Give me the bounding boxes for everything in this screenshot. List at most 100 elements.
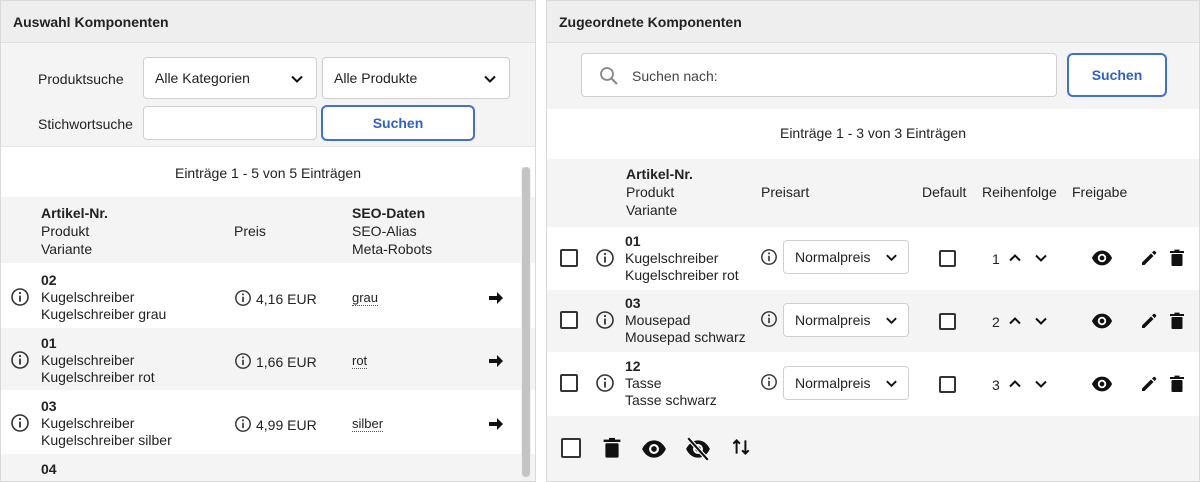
pencil-icon[interactable] [1139,248,1159,268]
chevron-down-icon [885,377,898,390]
info-circle-icon[interactable] [595,373,615,393]
info-circle-icon[interactable] [10,350,30,370]
column-header-price: Preis [234,223,266,239]
eye-off-icon[interactable] [685,436,711,462]
table-header: Artikel-Nr. Produkt Variante Preisart De… [547,159,1199,227]
table-row: 03 Mousepad Mousepad schwarz Normalpreis 2 [547,290,1199,352]
sort-arrows-icon[interactable] [730,436,752,458]
info-circle-icon[interactable] [760,248,778,266]
product-search-label: Produktsuche [38,71,124,87]
row-article: 03 Mousepad Mousepad schwarz [625,295,746,345]
info-circle-icon[interactable] [10,413,30,433]
chevron-down-icon [290,72,304,86]
filter-area: Produktsuche Alle Kategorien Alle Produk… [1,43,535,147]
scrollbar-thumb[interactable] [522,167,530,477]
row-article: 12 Tasse Tasse schwarz [625,358,717,408]
product-select[interactable]: Alle Produkte [322,57,510,99]
info-circle-icon[interactable] [595,248,615,268]
entries-count: Einträge 1 - 5 von 5 Einträgen [174,165,361,181]
chevron-up-icon[interactable] [1008,314,1022,328]
row-article: 01 Kugelschreiber Kugelschreiber rot [41,335,155,385]
table-row: 03 Kugelschreiber Kugelschreiber silber 4,… [1,391,535,453]
chevron-down-icon[interactable] [1034,251,1048,265]
column-header-release: Freigabe [1072,184,1128,200]
price-type-select[interactable]: Normalpreis [783,303,909,337]
category-select[interactable]: Alle Kategorien [143,57,317,99]
arrow-right-icon[interactable] [487,289,505,307]
eye-icon[interactable] [1091,373,1113,395]
order-number: 3 [992,377,1000,393]
row-price: 1,66 EUR [256,354,317,370]
column-header-price-type: Preisart [761,184,810,200]
product-select-value: Alle Produkte [334,70,418,86]
bulk-action-bar [547,416,1199,481]
info-circle-icon[interactable] [234,352,252,370]
trash-icon[interactable] [1167,374,1187,394]
table-row: 01 Kugelschreiber Kugelschreiber rot Norma… [547,228,1199,289]
chevron-up-icon[interactable] [1008,377,1022,391]
select-all-checkbox[interactable] [561,438,581,458]
chevron-down-icon [885,314,898,327]
panel-title: Auswahl Komponenten [1,1,535,43]
info-circle-icon[interactable] [760,310,778,328]
info-circle-icon[interactable] [760,373,778,391]
table-row: 12 Tasse Tasse schwarz Normalpreis 3 [547,353,1199,415]
keyword-input[interactable] [143,106,317,140]
eye-icon[interactable] [1091,247,1113,269]
eye-icon[interactable] [641,436,667,462]
chevron-up-icon[interactable] [1008,251,1022,265]
row-article: 01 Kugelschreiber Kugelschreiber rot [625,233,739,283]
column-header-article: Artikel-Nr. Produkt Variante [41,205,108,257]
row-seo-alias: silber [352,416,384,432]
column-header-order: Reihenfolge [982,184,1057,200]
pencil-icon[interactable] [1139,311,1159,331]
trash-icon[interactable] [1167,311,1187,331]
search-placeholder: Suchen nach: [632,68,718,84]
column-header-article: Artikel-Nr. Produkt Variante [626,166,693,218]
info-circle-icon[interactable] [595,310,615,330]
info-circle-icon[interactable] [10,287,30,307]
default-checkbox[interactable] [939,313,956,330]
panel-title: Zugeordnete Komponenten [547,1,1199,43]
order-number: 2 [992,314,1000,330]
price-type-select[interactable]: Normalpreis [783,366,909,400]
price-type-select[interactable]: Normalpreis [783,240,909,274]
selection-panel: Auswahl Komponenten Produktsuche Alle Ka… [0,0,536,482]
chevron-down-icon[interactable] [1034,377,1048,391]
chevron-down-icon [483,72,497,86]
row-checkbox[interactable] [560,374,578,392]
row-article: 03 Kugelschreiber Kugelschreiber silber [41,398,172,448]
info-circle-icon[interactable] [234,415,252,433]
arrow-right-icon[interactable] [487,352,505,370]
trash-icon[interactable] [1167,248,1187,268]
search-button[interactable]: Suchen [1067,53,1167,97]
keyword-search-label: Stichwortsuche [38,116,133,132]
row-article: 04 [41,461,57,477]
order-number: 1 [992,251,1000,267]
category-select-value: Alle Kategorien [155,70,250,86]
eye-icon[interactable] [1091,310,1113,332]
row-seo-alias: grau [352,290,379,306]
chevron-down-icon [885,251,898,264]
row-price: 4,99 EUR [256,417,317,433]
row-seo-alias: rot [352,353,368,369]
trash-icon[interactable] [600,436,624,460]
assigned-panel: Zugeordnete Komponenten Suchen nach: Suc… [546,0,1200,482]
arrow-right-icon[interactable] [487,415,505,433]
row-checkbox[interactable] [560,249,578,267]
table-row: 01 Kugelschreiber Kugelschreiber rot 1,66 … [1,328,535,390]
chevron-down-icon[interactable] [1034,314,1048,328]
search-button[interactable]: Suchen [321,105,475,141]
pencil-icon[interactable] [1139,374,1159,394]
row-article: 02 Kugelschreiber Kugelschreiber grau [41,272,167,322]
default-checkbox[interactable] [939,376,956,393]
entries-count: Einträge 1 - 3 von 3 Einträgen [779,125,966,141]
row-checkbox[interactable] [560,311,578,329]
default-checkbox[interactable] [939,250,956,267]
table-row: 02 Kugelschreiber Kugelschreiber grau 4,16… [1,265,535,327]
search-input[interactable]: Suchen nach: [581,53,1057,97]
row-price: 4,16 EUR [256,291,317,307]
info-circle-icon[interactable] [234,289,252,307]
column-header-seo: SEO-Daten SEO-Alias Meta-Robots [352,205,433,257]
table-header: Artikel-Nr. Produkt Variante Preis SEO-D… [1,197,535,263]
